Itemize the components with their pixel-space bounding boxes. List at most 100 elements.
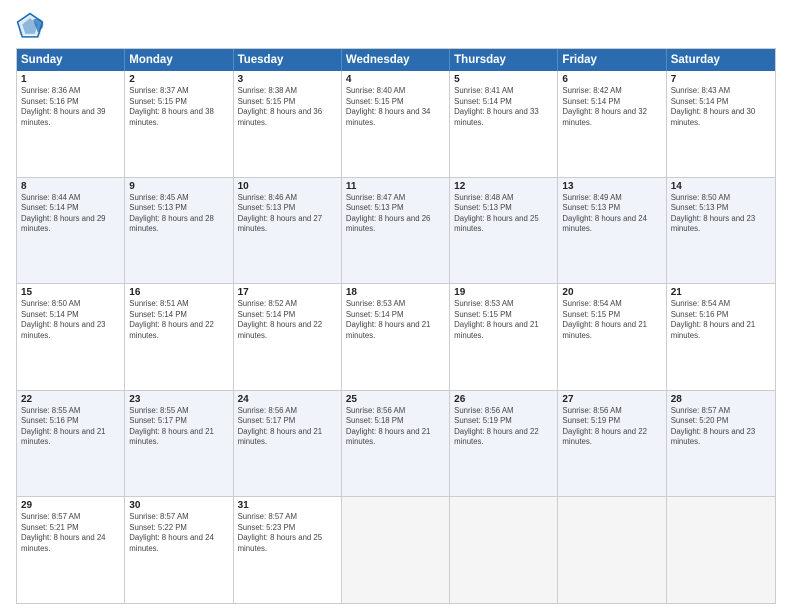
day-detail: Sunrise: 8:54 AMSunset: 5:15 PMDaylight:…	[562, 299, 661, 341]
day-of-week-thursday: Thursday	[450, 49, 558, 71]
day-number: 24	[238, 394, 337, 405]
day-number: 4	[346, 74, 445, 85]
calendar-cell: 28Sunrise: 8:57 AMSunset: 5:20 PMDayligh…	[667, 391, 775, 497]
day-detail: Sunrise: 8:55 AMSunset: 5:17 PMDaylight:…	[129, 406, 228, 448]
day-of-week-tuesday: Tuesday	[234, 49, 342, 71]
calendar-row: 8Sunrise: 8:44 AMSunset: 5:14 PMDaylight…	[17, 177, 775, 284]
calendar-cell: 10Sunrise: 8:46 AMSunset: 5:13 PMDayligh…	[234, 178, 342, 284]
calendar-cell: 25Sunrise: 8:56 AMSunset: 5:18 PMDayligh…	[342, 391, 450, 497]
day-number: 9	[129, 181, 228, 192]
day-detail: Sunrise: 8:48 AMSunset: 5:13 PMDaylight:…	[454, 193, 553, 235]
day-number: 3	[238, 74, 337, 85]
calendar-cell: 1Sunrise: 8:36 AMSunset: 5:16 PMDaylight…	[17, 71, 125, 177]
calendar-row: 22Sunrise: 8:55 AMSunset: 5:16 PMDayligh…	[17, 390, 775, 497]
day-detail: Sunrise: 8:40 AMSunset: 5:15 PMDaylight:…	[346, 86, 445, 128]
day-of-week-monday: Monday	[125, 49, 233, 71]
day-detail: Sunrise: 8:46 AMSunset: 5:13 PMDaylight:…	[238, 193, 337, 235]
day-detail: Sunrise: 8:54 AMSunset: 5:16 PMDaylight:…	[671, 299, 771, 341]
day-detail: Sunrise: 8:36 AMSunset: 5:16 PMDaylight:…	[21, 86, 120, 128]
day-of-week-wednesday: Wednesday	[342, 49, 450, 71]
calendar-cell: 23Sunrise: 8:55 AMSunset: 5:17 PMDayligh…	[125, 391, 233, 497]
day-number: 15	[21, 287, 120, 298]
calendar-cell: 13Sunrise: 8:49 AMSunset: 5:13 PMDayligh…	[558, 178, 666, 284]
day-number: 5	[454, 74, 553, 85]
logo-icon	[16, 12, 44, 40]
day-detail: Sunrise: 8:41 AMSunset: 5:14 PMDaylight:…	[454, 86, 553, 128]
day-number: 17	[238, 287, 337, 298]
day-number: 31	[238, 500, 337, 511]
calendar-row: 29Sunrise: 8:57 AMSunset: 5:21 PMDayligh…	[17, 496, 775, 603]
day-number: 30	[129, 500, 228, 511]
page: SundayMondayTuesdayWednesdayThursdayFrid…	[0, 0, 792, 612]
calendar-cell: 26Sunrise: 8:56 AMSunset: 5:19 PMDayligh…	[450, 391, 558, 497]
day-number: 21	[671, 287, 771, 298]
calendar-cell	[342, 497, 450, 603]
calendar-cell: 15Sunrise: 8:50 AMSunset: 5:14 PMDayligh…	[17, 284, 125, 390]
day-detail: Sunrise: 8:52 AMSunset: 5:14 PMDaylight:…	[238, 299, 337, 341]
calendar-cell: 7Sunrise: 8:43 AMSunset: 5:14 PMDaylight…	[667, 71, 775, 177]
calendar-body: 1Sunrise: 8:36 AMSunset: 5:16 PMDaylight…	[17, 71, 775, 603]
day-detail: Sunrise: 8:56 AMSunset: 5:17 PMDaylight:…	[238, 406, 337, 448]
day-of-week-friday: Friday	[558, 49, 666, 71]
calendar-cell: 29Sunrise: 8:57 AMSunset: 5:21 PMDayligh…	[17, 497, 125, 603]
calendar-cell: 17Sunrise: 8:52 AMSunset: 5:14 PMDayligh…	[234, 284, 342, 390]
day-number: 7	[671, 74, 771, 85]
calendar-cell: 27Sunrise: 8:56 AMSunset: 5:19 PMDayligh…	[558, 391, 666, 497]
day-detail: Sunrise: 8:50 AMSunset: 5:13 PMDaylight:…	[671, 193, 771, 235]
day-number: 8	[21, 181, 120, 192]
day-number: 20	[562, 287, 661, 298]
day-detail: Sunrise: 8:44 AMSunset: 5:14 PMDaylight:…	[21, 193, 120, 235]
day-detail: Sunrise: 8:57 AMSunset: 5:20 PMDaylight:…	[671, 406, 771, 448]
calendar-cell	[450, 497, 558, 603]
calendar-cell: 5Sunrise: 8:41 AMSunset: 5:14 PMDaylight…	[450, 71, 558, 177]
header	[16, 12, 776, 40]
calendar-cell: 21Sunrise: 8:54 AMSunset: 5:16 PMDayligh…	[667, 284, 775, 390]
calendar-cell: 14Sunrise: 8:50 AMSunset: 5:13 PMDayligh…	[667, 178, 775, 284]
calendar-cell: 2Sunrise: 8:37 AMSunset: 5:15 PMDaylight…	[125, 71, 233, 177]
calendar-cell: 3Sunrise: 8:38 AMSunset: 5:15 PMDaylight…	[234, 71, 342, 177]
day-number: 28	[671, 394, 771, 405]
calendar-cell: 31Sunrise: 8:57 AMSunset: 5:23 PMDayligh…	[234, 497, 342, 603]
day-detail: Sunrise: 8:45 AMSunset: 5:13 PMDaylight:…	[129, 193, 228, 235]
day-detail: Sunrise: 8:43 AMSunset: 5:14 PMDaylight:…	[671, 86, 771, 128]
day-number: 2	[129, 74, 228, 85]
day-detail: Sunrise: 8:56 AMSunset: 5:18 PMDaylight:…	[346, 406, 445, 448]
calendar-cell: 6Sunrise: 8:42 AMSunset: 5:14 PMDaylight…	[558, 71, 666, 177]
day-number: 25	[346, 394, 445, 405]
calendar-cell: 30Sunrise: 8:57 AMSunset: 5:22 PMDayligh…	[125, 497, 233, 603]
day-detail: Sunrise: 8:56 AMSunset: 5:19 PMDaylight:…	[562, 406, 661, 448]
calendar-row: 15Sunrise: 8:50 AMSunset: 5:14 PMDayligh…	[17, 283, 775, 390]
day-detail: Sunrise: 8:42 AMSunset: 5:14 PMDaylight:…	[562, 86, 661, 128]
day-number: 23	[129, 394, 228, 405]
day-number: 29	[21, 500, 120, 511]
calendar-cell: 11Sunrise: 8:47 AMSunset: 5:13 PMDayligh…	[342, 178, 450, 284]
calendar-cell: 18Sunrise: 8:53 AMSunset: 5:14 PMDayligh…	[342, 284, 450, 390]
day-detail: Sunrise: 8:55 AMSunset: 5:16 PMDaylight:…	[21, 406, 120, 448]
day-number: 27	[562, 394, 661, 405]
day-number: 12	[454, 181, 553, 192]
day-number: 13	[562, 181, 661, 192]
calendar-cell	[667, 497, 775, 603]
day-detail: Sunrise: 8:47 AMSunset: 5:13 PMDaylight:…	[346, 193, 445, 235]
day-number: 6	[562, 74, 661, 85]
day-detail: Sunrise: 8:53 AMSunset: 5:14 PMDaylight:…	[346, 299, 445, 341]
calendar-cell: 19Sunrise: 8:53 AMSunset: 5:15 PMDayligh…	[450, 284, 558, 390]
day-number: 26	[454, 394, 553, 405]
day-number: 16	[129, 287, 228, 298]
day-detail: Sunrise: 8:53 AMSunset: 5:15 PMDaylight:…	[454, 299, 553, 341]
day-number: 10	[238, 181, 337, 192]
day-number: 11	[346, 181, 445, 192]
day-detail: Sunrise: 8:38 AMSunset: 5:15 PMDaylight:…	[238, 86, 337, 128]
calendar-header: SundayMondayTuesdayWednesdayThursdayFrid…	[17, 49, 775, 71]
day-detail: Sunrise: 8:49 AMSunset: 5:13 PMDaylight:…	[562, 193, 661, 235]
calendar-cell: 16Sunrise: 8:51 AMSunset: 5:14 PMDayligh…	[125, 284, 233, 390]
day-detail: Sunrise: 8:50 AMSunset: 5:14 PMDaylight:…	[21, 299, 120, 341]
calendar-cell: 4Sunrise: 8:40 AMSunset: 5:15 PMDaylight…	[342, 71, 450, 177]
calendar-cell: 24Sunrise: 8:56 AMSunset: 5:17 PMDayligh…	[234, 391, 342, 497]
day-detail: Sunrise: 8:37 AMSunset: 5:15 PMDaylight:…	[129, 86, 228, 128]
calendar-cell: 8Sunrise: 8:44 AMSunset: 5:14 PMDaylight…	[17, 178, 125, 284]
day-detail: Sunrise: 8:51 AMSunset: 5:14 PMDaylight:…	[129, 299, 228, 341]
day-of-week-sunday: Sunday	[17, 49, 125, 71]
calendar-cell: 12Sunrise: 8:48 AMSunset: 5:13 PMDayligh…	[450, 178, 558, 284]
calendar: SundayMondayTuesdayWednesdayThursdayFrid…	[16, 48, 776, 604]
